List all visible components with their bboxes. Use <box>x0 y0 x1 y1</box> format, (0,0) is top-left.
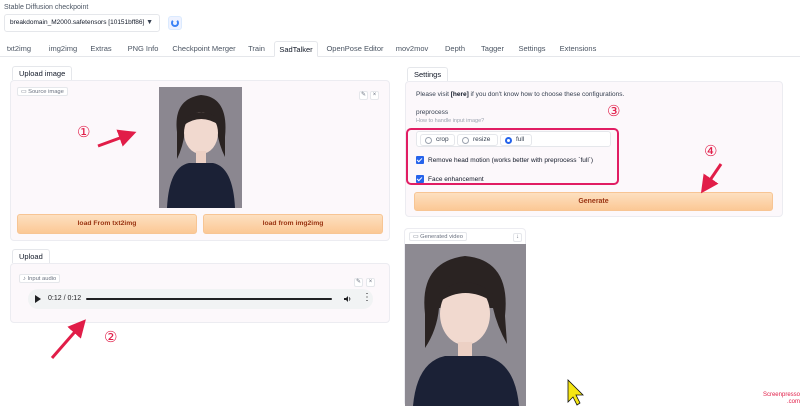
arrow-4 <box>700 163 723 194</box>
arrow-2 <box>50 319 86 359</box>
annotation-arrows <box>50 129 723 406</box>
arrow-1 <box>97 129 137 148</box>
mouse-cursor-icon <box>567 379 584 406</box>
screenpresso-watermark: Screenpresso .com <box>762 392 800 405</box>
